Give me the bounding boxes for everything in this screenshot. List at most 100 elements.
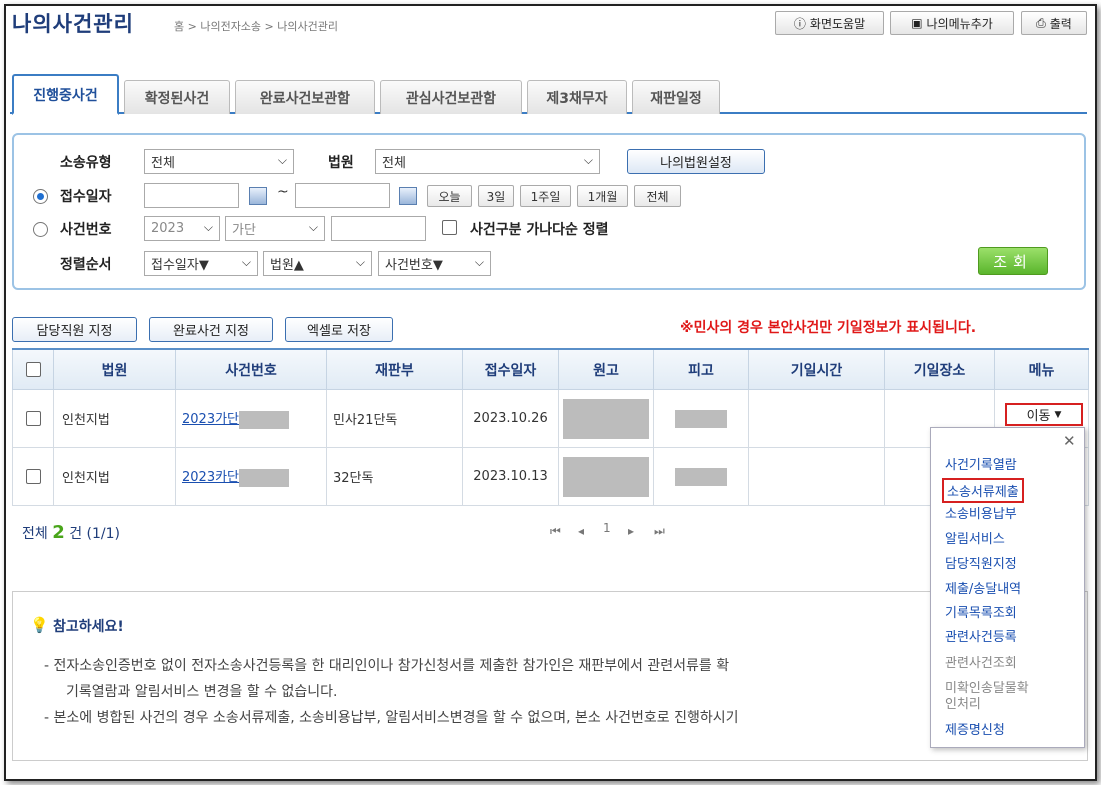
quick-all-button[interactable]: 전체 [634, 185, 681, 207]
chevron-down-icon: ⌵ [583, 153, 593, 167]
menu-item-certificate-request[interactable]: 제증명신청 [945, 719, 1005, 738]
sort-order-1-select[interactable]: 접수일자▼ ⌵ [144, 251, 258, 276]
row-checkbox[interactable] [25, 469, 41, 484]
sort-order-3-value: 사건번호▼ [385, 258, 443, 273]
tab-confirmed[interactable]: 확정된사건 [124, 80, 230, 114]
sort-by-case-type-label: 사건구분 가나다순 정렬 [470, 222, 609, 238]
complete-case-button[interactable]: 완료사건 지정 [149, 317, 273, 342]
row-select-cell [12, 389, 54, 448]
defendant-cell [653, 389, 749, 448]
receipt-date-radio[interactable] [33, 189, 48, 204]
printer-icon: ⎙ [1036, 15, 1046, 30]
assign-staff-button[interactable]: 담당직원 지정 [12, 317, 137, 342]
menu-item-submit-documents[interactable]: 소송서류제출 [942, 478, 1024, 503]
tab-trial-schedule[interactable]: 재판일정 [632, 80, 720, 114]
hearing-time-cell [748, 389, 885, 448]
defendant-cell [653, 447, 749, 506]
breadcrumb[interactable]: 홈 > 나의전자소송 > 나의사건관리 [174, 18, 338, 34]
chevron-down-icon: ⌵ [308, 220, 318, 234]
search-button[interactable]: 조회 [978, 247, 1048, 275]
column-header: 피고 [653, 348, 749, 390]
case-number-link[interactable]: 2023가단 [182, 412, 239, 427]
menu-item-record-view[interactable]: 사건기록열람 [945, 454, 1017, 473]
chevron-down-icon: ⌵ [203, 220, 213, 234]
quick-3day-button[interactable]: 3일 [478, 185, 514, 207]
sort-by-case-type-checkbox[interactable] [442, 220, 457, 235]
date-cell: 2023.10.26 [462, 389, 559, 448]
date-cell: 2023.10.13 [462, 447, 559, 506]
row-checkbox[interactable] [25, 411, 41, 426]
date-separator: ~ [277, 184, 289, 200]
column-header: 법원 [53, 348, 176, 390]
case-number-link[interactable]: 2023카단 [182, 470, 239, 485]
case-kind-select[interactable]: 가단 ⌵ [225, 216, 325, 241]
tab-in-progress[interactable]: 진행중사건 [12, 74, 119, 115]
court-cell: 인천지법 [53, 389, 176, 448]
select-all-checkbox[interactable] [25, 362, 41, 377]
column-header: 메뉴 [994, 348, 1089, 390]
menu-item-pay-costs[interactable]: 소송비용납부 [945, 503, 1017, 522]
column-header: 원고 [558, 348, 654, 390]
tab-interest-box[interactable]: 관심사건보관함 [380, 80, 522, 114]
quick-1week-button[interactable]: 1주일 [520, 185, 571, 207]
last-page-icon[interactable]: ⏭ [654, 524, 665, 539]
menu-item-record-list[interactable]: 기록목록조회 [945, 602, 1017, 621]
menu-item-alert-service[interactable]: 알림서비스 [945, 528, 1005, 547]
case-number-radio[interactable] [33, 222, 48, 237]
chevron-down-icon: ⌵ [241, 255, 251, 269]
menu-item-related-lookup: 관련사건조회 [945, 656, 1017, 671]
my-court-settings-button[interactable]: 나의법원설정 [627, 149, 765, 174]
next-page-icon[interactable]: ▸ [628, 524, 634, 538]
court-select[interactable]: 전체 ⌵ [375, 149, 600, 174]
move-menu-label: 이동 [1026, 409, 1051, 424]
info-line: 기록열람과 알림서비스 변경을 할 수 없습니다. [66, 684, 338, 700]
quick-today-button[interactable]: 오늘 [427, 185, 472, 207]
table-row: 인천지법 2023카단 32단독 2023.10.13 [12, 447, 1089, 506]
court-label: 법원 [328, 155, 354, 171]
case-number-label: 사건번호 [60, 222, 112, 238]
help-button[interactable]: ⓘ 화면도움말 [775, 11, 884, 35]
sort-order-2-select[interactable]: 법원▲ ⌵ [263, 251, 372, 276]
case-number-cell: 2023카단 [175, 447, 327, 506]
close-icon[interactable]: ✕ [1063, 432, 1076, 450]
header-select-all[interactable] [12, 348, 54, 390]
excel-export-button[interactable]: 엑셀로 저장 [285, 317, 393, 342]
add-menu-button[interactable]: ▣ 나의메뉴추가 [890, 11, 1014, 35]
plaintiff-cell [558, 389, 654, 448]
info-line: - 전자소송인증번호 없이 전자소송사건등록을 한 대리인이나 참가신청서를 제… [44, 658, 730, 674]
tab-completed-box[interactable]: 완료사건보관함 [235, 80, 375, 114]
total-number: 2 [52, 522, 65, 543]
start-date-input[interactable] [144, 183, 239, 208]
current-page[interactable]: 1 [603, 521, 611, 535]
info-icon: ⓘ [793, 16, 806, 31]
add-menu-label: 나의메뉴추가 [926, 16, 993, 31]
quick-1month-button[interactable]: 1개월 [577, 185, 628, 207]
menu-item-assign-staff[interactable]: 담당직원지정 [945, 553, 1017, 572]
tab-third-debtor[interactable]: 제3채무자 [527, 80, 627, 114]
redacted-block [563, 456, 649, 497]
end-date-input[interactable] [295, 183, 390, 208]
case-number-input[interactable] [331, 216, 426, 241]
calendar-icon[interactable] [399, 187, 417, 205]
menu-item-related-register[interactable]: 관련사건등록 [945, 626, 1017, 645]
sort-order-3-select[interactable]: 사건번호▼ ⌵ [378, 251, 491, 276]
sort-order-label: 정렬순서 [60, 257, 112, 273]
menu-item-delivery-history[interactable]: 제출/송달내역 [945, 578, 1021, 597]
division-cell: 32단독 [326, 447, 463, 506]
lightbulb-icon: 💡 [30, 616, 49, 634]
column-header: 재판부 [326, 348, 463, 390]
case-number-cell: 2023가단 [175, 389, 327, 448]
move-menu-button[interactable]: 이동 ▼ [1005, 403, 1083, 426]
prev-page-icon[interactable]: ◂ [578, 524, 584, 538]
total-count: 전체 2 건 (1/1) [22, 522, 120, 543]
chevron-down-icon: ⌵ [355, 255, 365, 269]
year-select[interactable]: 2023 ⌵ [144, 216, 220, 241]
case-type-select[interactable]: 전체 ⌵ [144, 149, 294, 174]
calendar-icon[interactable] [249, 187, 267, 205]
bookmark-icon: ▣ [911, 16, 923, 30]
first-page-icon[interactable]: ⏮ [550, 524, 561, 539]
print-button[interactable]: ⎙ 출력 [1021, 11, 1087, 35]
redacted-block [239, 410, 290, 429]
plaintiff-cell [558, 447, 654, 506]
print-label: 출력 [1049, 16, 1072, 31]
